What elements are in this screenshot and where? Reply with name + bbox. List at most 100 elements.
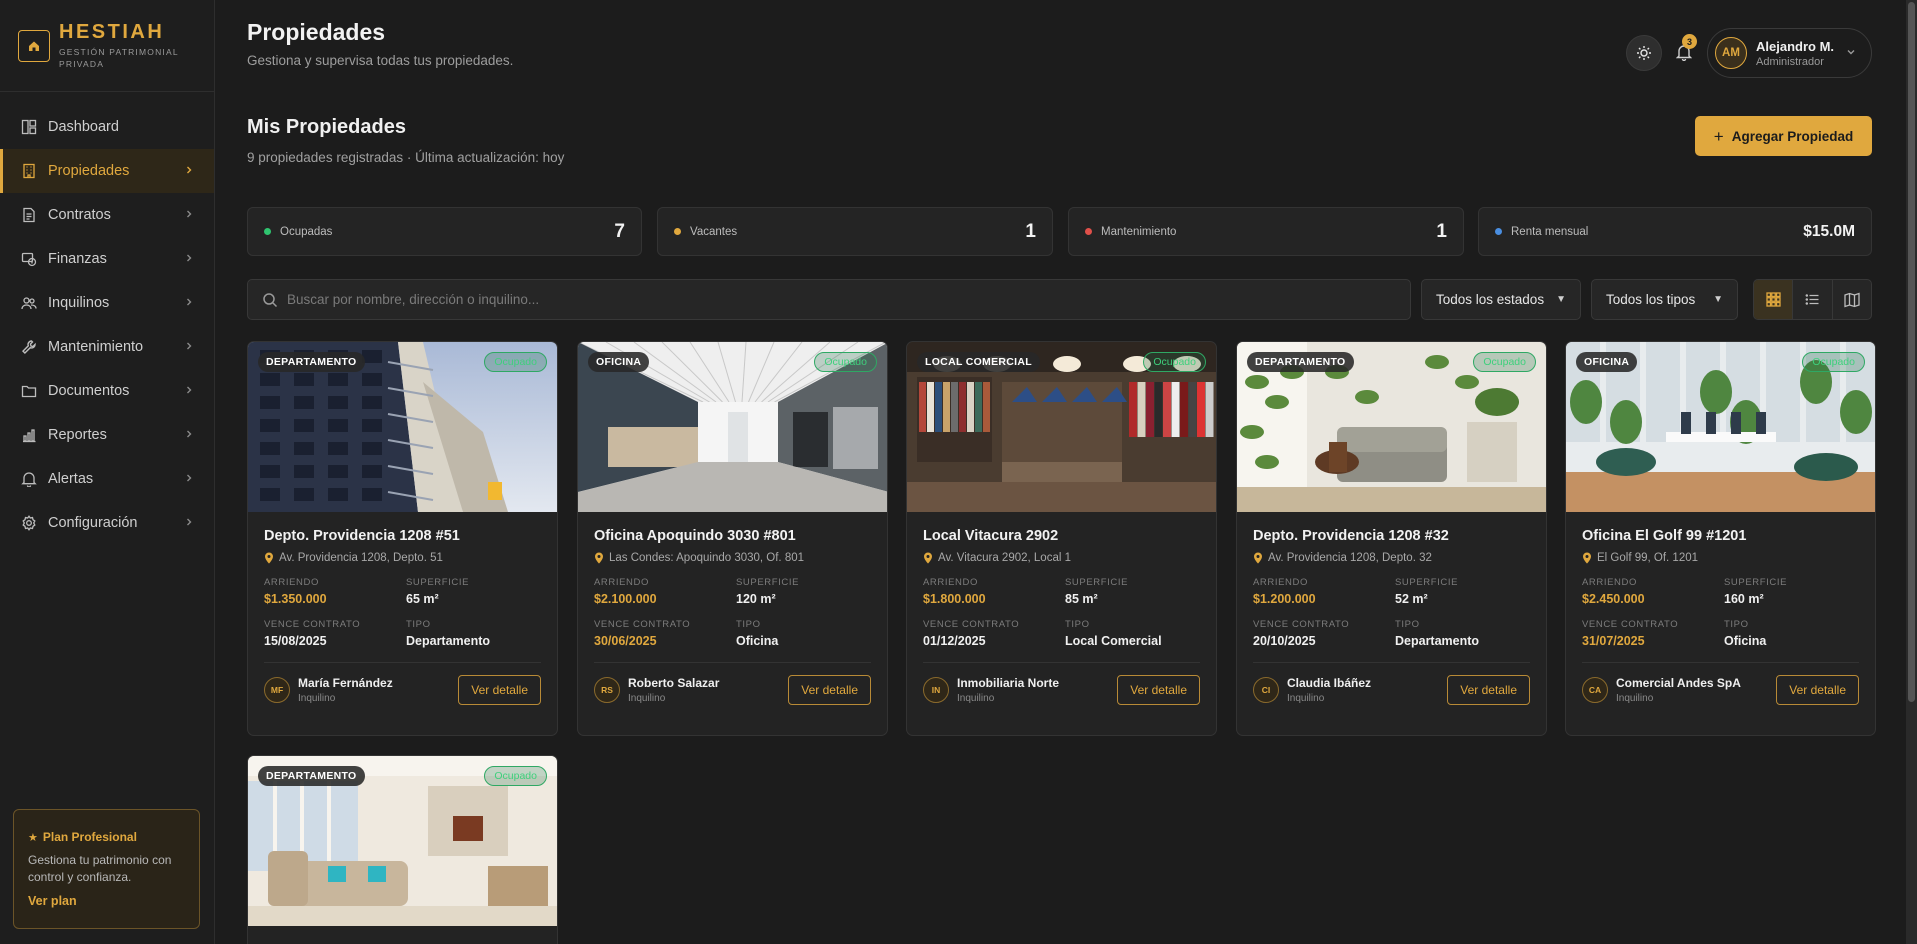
- type-label: TIPO: [1724, 619, 1749, 630]
- plan-title-text: Plan Profesional: [42, 830, 137, 844]
- contract-end-value: 01/12/2025: [923, 634, 986, 648]
- view-detail-button[interactable]: Ver detalle: [1447, 675, 1530, 705]
- page-subtitle: Gestiona y supervisa todas tus propiedad…: [247, 53, 514, 68]
- property-image: DEPARTAMENTO Ocupado: [248, 342, 557, 512]
- sidebar-item-configuracion[interactable]: Configuración: [0, 501, 214, 545]
- property-title: Oficina El Golf 99 #1201: [1582, 528, 1747, 544]
- contract-end-value: 15/08/2025: [264, 634, 327, 648]
- stat-value: 7: [614, 220, 625, 242]
- tenant-row: CI Claudia Ibáñez Inquilino Ver detalle: [1253, 662, 1530, 705]
- property-address: Las Condes: Apoquindo 3030, Of. 801: [594, 552, 871, 564]
- search-icon: [263, 292, 278, 307]
- property-card[interactable]: OFICINA Ocupado Oficina Apoquindo 3030 #…: [577, 341, 888, 736]
- property-type-tag: LOCAL COMERCIAL: [917, 352, 1040, 372]
- scrollbar[interactable]: [1906, 0, 1917, 944]
- tenant-name: Roberto Salazar: [628, 676, 720, 690]
- type-value: Departamento: [406, 634, 491, 648]
- chevron-right-icon: [184, 207, 194, 223]
- status-badge: Ocupado: [484, 766, 547, 786]
- type-label: TIPO: [406, 619, 431, 630]
- status-dot: [674, 228, 681, 235]
- tenant-avatar: CI: [1253, 677, 1279, 703]
- view-plan-link[interactable]: Ver plan: [28, 894, 77, 908]
- brand-logo-icon: [18, 29, 50, 62]
- sidebar-item-alertas[interactable]: Alertas: [0, 457, 214, 501]
- property-type-tag: DEPARTAMENTO: [258, 766, 365, 786]
- location-pin-icon: [1583, 552, 1591, 564]
- caret-down-icon: ▼: [1556, 294, 1566, 305]
- area-label: SUPERFICIE: [1395, 577, 1459, 588]
- chevron-right-icon: [184, 339, 194, 355]
- property-image: OFICINA Ocupado: [1566, 342, 1875, 512]
- tenant-row: MF María Fernández Inquilino Ver detalle: [264, 662, 541, 705]
- building-icon: [20, 162, 38, 180]
- type-label: TIPO: [1065, 619, 1090, 630]
- chevron-right-icon: [184, 427, 194, 443]
- tenant-row: CA Comercial Andes SpA Inquilino Ver det…: [1582, 662, 1859, 705]
- scrollbar-thumb[interactable]: [1908, 2, 1915, 702]
- property-title: Oficina Apoquindo 3030 #801: [594, 528, 796, 544]
- list-view-icon: [1805, 294, 1819, 305]
- type-filter-value: Todos los tipos: [1606, 292, 1696, 307]
- property-address: Av. Providencia 1208, Depto. 51: [264, 552, 541, 564]
- sidebar-nav: Dashboard Propiedades Contratos Finanzas…: [0, 105, 214, 545]
- property-card[interactable]: LOCAL COMERCIAL Ocupado Local Vitacura 2…: [906, 341, 1217, 736]
- user-menu[interactable]: AM Alejandro M. Administrador: [1707, 28, 1872, 78]
- area-label: SUPERFICIE: [1724, 577, 1788, 588]
- sidebar-item-mantenimiento[interactable]: Mantenimiento: [0, 325, 214, 369]
- sidebar-item-contratos[interactable]: Contratos: [0, 193, 214, 237]
- sidebar-item-label: Propiedades: [48, 163, 130, 179]
- sidebar-item-finanzas[interactable]: Finanzas: [0, 237, 214, 281]
- brand[interactable]: HESTIAH GESTIÓN PATRIMONIAL PRIVADA: [0, 0, 214, 92]
- users-icon: [20, 294, 38, 312]
- area-value: 65 m²: [406, 592, 439, 606]
- status-badge: Ocupado: [484, 352, 547, 372]
- plus-icon: +: [1713, 126, 1724, 146]
- view-detail-button[interactable]: Ver detalle: [1117, 675, 1200, 705]
- contract-end-label: VENCE CONTRATO: [1253, 619, 1350, 630]
- sidebar-item-documentos[interactable]: Documentos: [0, 369, 214, 413]
- rent-label: ARRIENDO: [923, 577, 978, 588]
- plan-card: ★ Plan Profesional Gestiona tu patrimoni…: [13, 809, 200, 929]
- property-title: Depto. Providencia 1208 #51: [264, 528, 460, 544]
- list-view-button[interactable]: [1793, 280, 1833, 319]
- property-image: DEPARTAMENTO Ocupado: [248, 756, 557, 926]
- property-card[interactable]: DEPARTAMENTO Ocupado: [247, 755, 558, 944]
- sidebar-item-reportes[interactable]: Reportes: [0, 413, 214, 457]
- add-property-label: Agregar Propiedad: [1731, 128, 1854, 144]
- contract-end-value: 30/06/2025: [594, 634, 657, 648]
- sidebar-item-label: Finanzas: [48, 251, 107, 267]
- grid-view-button[interactable]: [1754, 280, 1794, 319]
- add-property-button[interactable]: + Agregar Propiedad: [1695, 116, 1872, 156]
- brand-name: HESTIAH: [59, 21, 165, 43]
- notification-badge: 3: [1682, 34, 1697, 49]
- property-card[interactable]: OFICINA Ocupado Oficina El Golf 99 #1201…: [1565, 341, 1876, 736]
- view-detail-button[interactable]: Ver detalle: [458, 675, 541, 705]
- view-detail-button[interactable]: Ver detalle: [788, 675, 871, 705]
- property-card[interactable]: DEPARTAMENTO Ocupado Depto. Providencia …: [1236, 341, 1547, 736]
- sidebar-item-dashboard[interactable]: Dashboard: [0, 105, 214, 149]
- tenant-avatar: CA: [1582, 677, 1608, 703]
- sidebar-item-propiedades[interactable]: Propiedades: [0, 149, 214, 193]
- rent-value: $1.200.000: [1253, 592, 1316, 606]
- property-card[interactable]: DEPARTAMENTO Ocupado Depto. Providencia …: [247, 341, 558, 736]
- search-input[interactable]: [287, 292, 1387, 307]
- map-view-button[interactable]: [1833, 280, 1871, 319]
- type-filter-select[interactable]: Todos los tipos ▼: [1591, 279, 1738, 320]
- wrench-icon: [20, 338, 38, 356]
- sidebar-item-label: Configuración: [48, 515, 138, 531]
- theme-toggle-button[interactable]: [1626, 35, 1662, 71]
- contract-end-value: 20/10/2025: [1253, 634, 1316, 648]
- page-title: Propiedades: [247, 19, 386, 45]
- tenant-name: María Fernández: [298, 676, 393, 690]
- sidebar-item-inquilinos[interactable]: Inquilinos: [0, 281, 214, 325]
- tenant-role: Inquilino: [1616, 693, 1654, 704]
- search-bar[interactable]: [247, 279, 1411, 320]
- tenant-avatar: RS: [594, 677, 620, 703]
- stat-value: 1: [1436, 220, 1447, 242]
- status-filter-select[interactable]: Todos los estados ▼: [1421, 279, 1581, 320]
- stat-card: Renta mensual $15.0M: [1478, 207, 1872, 256]
- section-subtitle: 9 propiedades registradas · Última actua…: [247, 150, 565, 165]
- chevron-right-icon: [184, 383, 194, 399]
- view-detail-button[interactable]: Ver detalle: [1776, 675, 1859, 705]
